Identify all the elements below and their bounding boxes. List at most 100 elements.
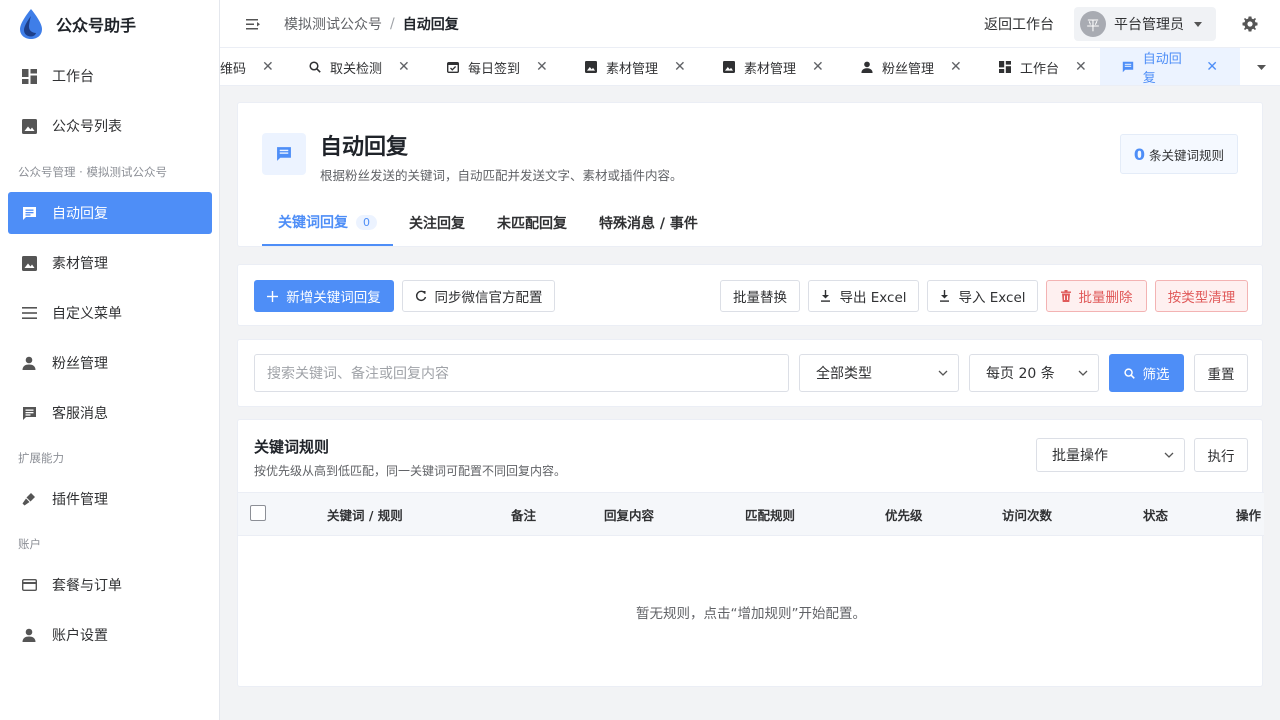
collapse-menu-icon[interactable] bbox=[244, 15, 262, 33]
close-icon[interactable]: ✕ bbox=[950, 59, 962, 75]
search-input[interactable]: 搜索关键词、备注或回复内容 bbox=[254, 354, 789, 392]
table-title: 关键词规则 bbox=[254, 438, 330, 456]
tab-label: 每日签到 bbox=[468, 61, 521, 77]
column-header[interactable]: 状态 bbox=[1143, 493, 1168, 535]
tab-dashboard[interactable]: 工作台 ✕ bbox=[998, 48, 1087, 85]
card-icon bbox=[20, 576, 38, 594]
button-label: 同步微信官方配置 bbox=[434, 290, 543, 306]
tab-label: 维码 bbox=[220, 61, 247, 77]
button-label: 重置 bbox=[1207, 367, 1235, 383]
rule-count-value: 0 bbox=[1133, 144, 1145, 164]
column-header[interactable]: 操作 bbox=[1236, 493, 1261, 535]
sidebar-item-account-settings[interactable]: 账户设置 bbox=[8, 614, 212, 656]
sidebar-item-fans[interactable]: 粉丝管理 bbox=[8, 342, 212, 384]
column-header[interactable]: 备注 bbox=[511, 493, 536, 535]
user-name: 平台管理员 bbox=[1114, 17, 1184, 33]
sidebar-item-label: 套餐与订单 bbox=[52, 578, 122, 594]
calendar-icon bbox=[446, 60, 460, 74]
refresh-icon bbox=[415, 290, 427, 302]
tab-daily-checkin[interactable]: 每日签到 ✕ bbox=[446, 48, 548, 85]
batch-delete-button[interactable]: 批量删除 bbox=[1046, 280, 1147, 312]
image-icon bbox=[20, 254, 38, 272]
close-icon[interactable]: ✕ bbox=[812, 59, 824, 75]
image-icon bbox=[722, 60, 736, 74]
type-select[interactable]: 全部类型 bbox=[799, 354, 959, 392]
clean-by-type-button[interactable]: 按类型清理 bbox=[1155, 280, 1248, 312]
close-icon[interactable]: ✕ bbox=[1206, 59, 1218, 75]
search-icon bbox=[308, 60, 322, 74]
action-toolbar: 新增关键词回复 同步微信官方配置 批量替换 导出 Excel 导入 Excel … bbox=[237, 264, 1263, 326]
sidebar-item-label: 账户设置 bbox=[52, 628, 108, 644]
tab-fans[interactable]: 粉丝管理 ✕ bbox=[860, 48, 962, 85]
close-icon[interactable]: ✕ bbox=[1075, 59, 1087, 75]
filter-button[interactable]: 筛选 bbox=[1109, 354, 1184, 392]
sidebar: 公众号助手 工作台 公众号列表 公众号管理 · 模拟测试公众号 自动回复 素材管… bbox=[0, 0, 220, 720]
column-header[interactable]: 回复内容 bbox=[604, 493, 654, 535]
gear-icon[interactable] bbox=[1240, 14, 1260, 34]
sidebar-item-custom-menu[interactable]: 自定义菜单 bbox=[8, 292, 212, 334]
header-actions: 返回工作台 平 平台管理员 bbox=[984, 0, 1280, 48]
tab-qrcode[interactable]: 维码 ✕ bbox=[220, 48, 274, 85]
close-icon[interactable]: ✕ bbox=[536, 59, 548, 75]
page-size-select[interactable]: 每页 20 条 bbox=[969, 354, 1099, 392]
export-excel-button[interactable]: 导出 Excel bbox=[808, 280, 919, 312]
breadcrumb-parent[interactable]: 模拟测试公众号 bbox=[284, 14, 382, 34]
sidebar-item-dashboard[interactable]: 工作台 bbox=[8, 55, 212, 97]
top-header: 模拟测试公众号 / 自动回复 返回工作台 平 平台管理员 bbox=[220, 0, 1280, 48]
breadcrumb-current: 自动回复 bbox=[402, 16, 459, 33]
select-all-checkbox[interactable] bbox=[250, 505, 266, 521]
tab-keyword-reply[interactable]: 关键词回复 0 bbox=[262, 200, 393, 246]
column-header[interactable]: 优先级 bbox=[885, 493, 923, 535]
page-header-card: 自动回复 根据粉丝发送的关键词，自动匹配并发送文字、素材或插件内容。 0 条关键… bbox=[237, 102, 1263, 247]
close-icon[interactable]: ✕ bbox=[262, 59, 274, 75]
rule-count-badge: 0 条关键词规则 bbox=[1119, 134, 1238, 174]
button-label: 导出 Excel bbox=[839, 290, 907, 306]
tab-auto-reply[interactable]: 自动回复 ✕ bbox=[1100, 48, 1240, 85]
sync-wechat-button[interactable]: 同步微信官方配置 bbox=[402, 280, 555, 312]
filter-bar: 搜索关键词、备注或回复内容 全部类型 每页 20 条 筛选 重置 bbox=[237, 339, 1263, 407]
button-label: 批量替换 bbox=[733, 290, 787, 306]
close-icon[interactable]: ✕ bbox=[398, 59, 410, 75]
back-to-dashboard-link[interactable]: 返回工作台 bbox=[984, 14, 1054, 34]
user-menu[interactable]: 平 平台管理员 bbox=[1074, 7, 1216, 41]
sidebar-item-label: 素材管理 bbox=[52, 256, 108, 272]
sidebar-item-label: 自定义菜单 bbox=[52, 306, 122, 322]
button-label: 新增关键词回复 bbox=[286, 290, 381, 306]
chat-icon bbox=[20, 404, 38, 422]
tab-materials[interactable]: 素材管理 ✕ bbox=[584, 48, 686, 85]
tab-unmatched-reply[interactable]: 未匹配回复 bbox=[481, 200, 583, 246]
execute-button[interactable]: 执行 bbox=[1194, 438, 1248, 472]
person-icon bbox=[20, 626, 38, 644]
message-icon bbox=[262, 133, 306, 175]
add-keyword-reply-button[interactable]: 新增关键词回复 bbox=[254, 280, 394, 312]
tab-materials-2[interactable]: 素材管理 ✕ bbox=[722, 48, 824, 85]
column-header[interactable]: 访问次数 bbox=[1002, 493, 1052, 535]
tab-label: 工作台 bbox=[1020, 61, 1060, 77]
tab-label: 素材管理 bbox=[744, 61, 797, 77]
breadcrumb-separator: / bbox=[390, 15, 395, 32]
table-header: 关键词 / 规则 备注 回复内容 匹配规则 优先级 访问次数 状态 操作 bbox=[238, 492, 1264, 536]
tab-label: 未匹配回复 bbox=[497, 216, 567, 232]
tab-special-events[interactable]: 特殊消息 / 事件 bbox=[583, 200, 714, 246]
tab-unfollow-check[interactable]: 取关检测 ✕ bbox=[308, 48, 410, 85]
column-header[interactable]: 关键词 / 规则 bbox=[327, 493, 403, 535]
reset-button[interactable]: 重置 bbox=[1194, 354, 1248, 392]
import-excel-button[interactable]: 导入 Excel bbox=[927, 280, 1038, 312]
brand[interactable]: 公众号助手 bbox=[0, 0, 219, 48]
sidebar-item-materials[interactable]: 素材管理 bbox=[8, 242, 212, 284]
chevron-down-icon bbox=[1078, 370, 1088, 376]
sidebar-item-service-messages[interactable]: 客服消息 bbox=[8, 392, 212, 434]
column-header[interactable]: 匹配规则 bbox=[745, 493, 795, 535]
batch-action-select[interactable]: 批量操作 bbox=[1036, 438, 1185, 472]
sidebar-item-plugins[interactable]: 插件管理 bbox=[8, 478, 212, 520]
close-icon[interactable]: ✕ bbox=[674, 59, 686, 75]
sidebar-section-account-user: 账户 bbox=[18, 537, 41, 551]
batch-replace-button[interactable]: 批量替换 bbox=[720, 280, 800, 312]
sidebar-item-account-list[interactable]: 公众号列表 bbox=[8, 105, 212, 147]
sidebar-item-auto-reply[interactable]: 自动回复 bbox=[8, 192, 212, 234]
tabs-dropdown-icon[interactable] bbox=[1254, 60, 1268, 74]
caret-down-icon bbox=[1194, 21, 1202, 27]
tab-follow-reply[interactable]: 关注回复 bbox=[393, 200, 481, 246]
search-placeholder: 搜索关键词、备注或回复内容 bbox=[267, 366, 449, 382]
sidebar-item-plans-orders[interactable]: 套餐与订单 bbox=[8, 564, 212, 606]
